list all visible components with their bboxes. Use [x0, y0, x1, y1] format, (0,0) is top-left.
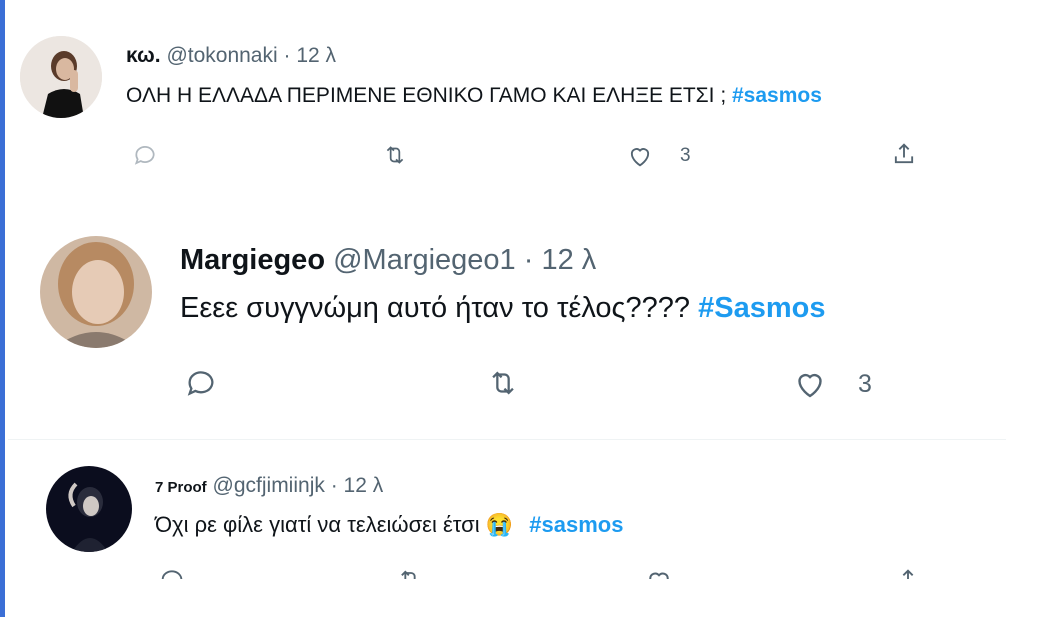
share-button[interactable]: [894, 566, 922, 579]
timestamp[interactable]: · 12 λ: [284, 44, 337, 67]
like-count: 3: [680, 145, 691, 166]
action-bar-cutoff: [150, 566, 950, 579]
like-button[interactable]: [644, 566, 674, 579]
tweet-body: Όχι ρε φίλε γιατί να τελειώσει έτσι: [155, 512, 486, 537]
display-name[interactable]: Margiegeo: [180, 244, 325, 276]
reply-button[interactable]: [184, 366, 218, 400]
heart-icon: [630, 148, 650, 167]
retweet-button[interactable]: [382, 142, 408, 168]
tweet-body: Εεεε συγγνώμη αυτό ήταν το τέλος????: [180, 292, 699, 324]
timestamp[interactable]: · 12 λ: [331, 474, 384, 497]
tweet-text: Εεεε συγγνώμη αυτό ήταν το τέλος???? #Sa…: [180, 292, 825, 325]
avatar[interactable]: [20, 36, 102, 118]
tweet-header: Margiegeo @Margiegeo1 · 12 λ: [180, 244, 596, 277]
avatar-photo: [40, 236, 152, 348]
like-button[interactable]: 3: [792, 366, 872, 402]
avatar[interactable]: [46, 466, 132, 552]
like-count: 3: [858, 369, 872, 398]
retweet-icon: [401, 570, 416, 579]
retweet-icon: [386, 146, 404, 164]
heart-icon: [798, 373, 822, 398]
hashtag-link[interactable]: #sasmos: [529, 512, 623, 537]
reply-icon: [187, 371, 214, 396]
retweet-button[interactable]: [486, 366, 520, 400]
hashtag-link[interactable]: #Sasmos: [698, 292, 825, 324]
share-icon: [902, 569, 914, 579]
reply-icon: [134, 146, 155, 165]
crying-emoji: 😭: [485, 512, 514, 537]
user-handle[interactable]: @tokonnaki: [166, 44, 277, 67]
display-name[interactable]: 7 Proof: [155, 479, 207, 496]
retweet-button[interactable]: [396, 566, 424, 579]
reply-button[interactable]: [158, 566, 186, 579]
user-handle[interactable]: @Margiegeo1: [333, 244, 516, 276]
avatar[interactable]: [40, 236, 152, 348]
tweet-text: ΟΛΗ Η ΕΛΛΑΔΑ ΠΕΡΙΜΕΝΕ ΕΘΝΙΚΟ ΓΑΜΟ ΚΑΙ ΕΛ…: [126, 84, 822, 108]
avatar-photo: [46, 466, 132, 552]
hashtag-link[interactable]: #sasmos: [732, 84, 822, 107]
heart-icon: [649, 572, 669, 579]
display-name[interactable]: κω.: [126, 44, 161, 67]
avatar-photo: [20, 36, 102, 118]
tweet-header: κω. @tokonnaki · 12 λ: [126, 44, 336, 68]
share-icon: [894, 143, 914, 164]
reply-button[interactable]: [132, 142, 158, 168]
like-button[interactable]: 3: [626, 142, 691, 170]
share-button[interactable]: [890, 140, 918, 168]
tweet-3[interactable]: 7 Proof @gcfjimiinjk · 12 λ Όχι ρε φίλε …: [0, 440, 1061, 617]
tweet-body: ΟΛΗ Η ΕΛΛΑΔΑ ΠΕΡΙΜΕΝΕ ΕΘΝΙΚΟ ΓΑΜΟ ΚΑΙ ΕΛ…: [126, 84, 732, 107]
tweet-1[interactable]: κω. @tokonnaki · 12 λ ΟΛΗ Η ΕΛΛΑΔΑ ΠΕΡΙΜ…: [0, 0, 1061, 200]
retweet-icon: [492, 371, 514, 395]
tweet-2[interactable]: Margiegeo @Margiegeo1 · 12 λ Εεεε συγγνώ…: [0, 200, 1061, 440]
reply-icon: [161, 570, 183, 579]
tweet-text: Όχι ρε φίλε γιατί να τελειώσει έτσι 😭 #s…: [155, 512, 623, 538]
timestamp[interactable]: · 12 λ: [524, 244, 597, 276]
user-handle[interactable]: @gcfjimiinjk: [213, 474, 325, 497]
tweet-header: 7 Proof @gcfjimiinjk · 12 λ: [155, 474, 383, 498]
